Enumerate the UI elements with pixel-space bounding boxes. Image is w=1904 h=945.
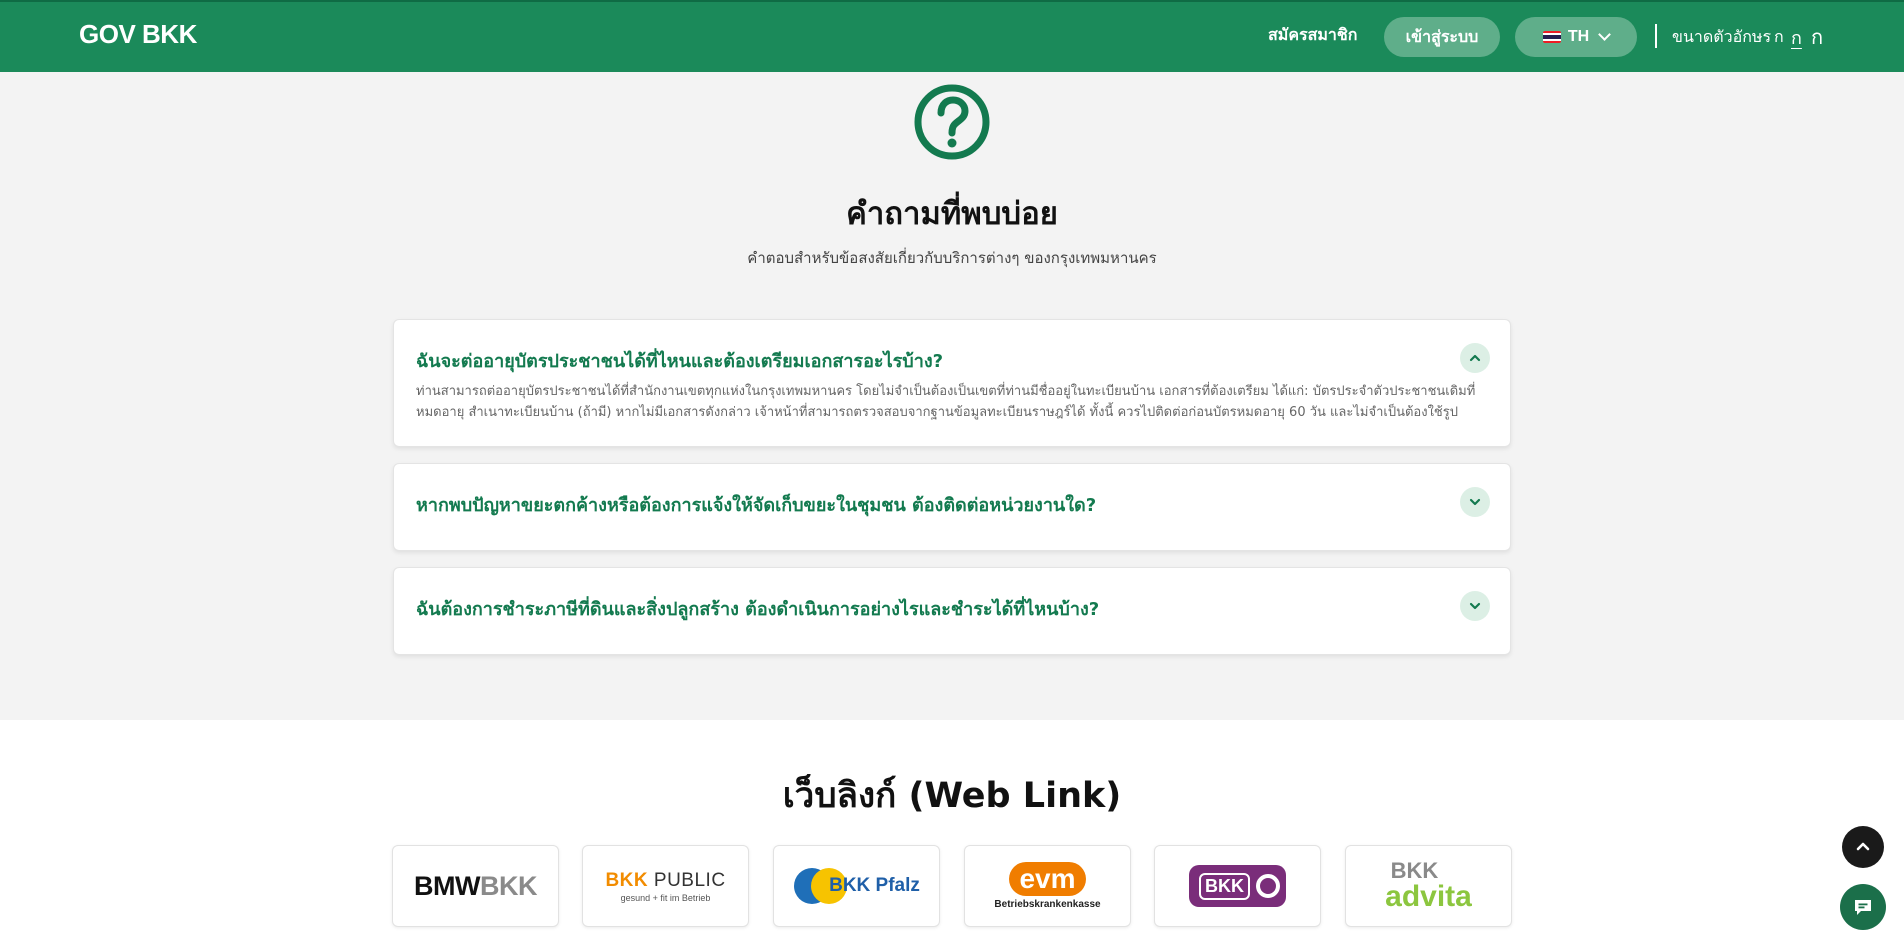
bkk-advita-logo-top: BKK	[1390, 858, 1439, 883]
bkk-public-logo: BKK PUBLIC	[605, 869, 726, 891]
faq-expand-toggle[interactable]	[1460, 487, 1490, 517]
font-size-medium[interactable]: ก	[1791, 23, 1802, 52]
register-link[interactable]: สมัครสมาชิก	[1268, 23, 1357, 48]
chevron-down-icon	[1598, 28, 1612, 41]
faq-collapse-toggle[interactable]	[1460, 343, 1490, 373]
faq-item[interactable]: ฉันต้องการชำระภาษีที่ดินและสิ่งปลูกสร้าง…	[393, 567, 1511, 655]
weblink-bkk-pfalz[interactable]: BKK Pfalz	[773, 845, 940, 927]
faq-title: คำถามที่พบบ่อย	[846, 196, 1058, 232]
faq-question[interactable]: ฉันจะต่ออายุบัตรประชาชนได้ที่ไหนและต้องเ…	[416, 346, 943, 375]
faq-item[interactable]: หากพบปัญหาขยะตกค้างหรือต้องการแจ้งให้จัด…	[393, 463, 1511, 551]
weblink-bkk-public[interactable]: BKK PUBLIC gesund + fit im Betrieb	[582, 845, 749, 927]
faq-question[interactable]: ฉันต้องการชำระภาษีที่ดินและสิ่งปลูกสร้าง…	[416, 594, 1099, 623]
bkk-pfalz-logo: BKK Pfalz	[793, 866, 920, 906]
faq-item[interactable]: ฉันจะต่ออายุบัตรประชาชนได้ที่ไหนและต้องเ…	[393, 319, 1511, 447]
weblink-bkk-advita[interactable]: BKK advita	[1345, 845, 1512, 927]
back-to-top-button[interactable]	[1842, 826, 1884, 868]
font-size-small[interactable]: ก	[1774, 25, 1784, 50]
font-size-label: ขนาดตัวอักษร	[1672, 27, 1772, 46]
weblink-bkk[interactable]: BKK	[1154, 845, 1321, 927]
chevron-down-icon	[1469, 498, 1481, 506]
chat-button[interactable]	[1840, 884, 1886, 930]
chevron-down-icon	[1469, 602, 1481, 610]
question-circle-icon	[914, 84, 990, 160]
evm-logo: evm	[1009, 862, 1086, 896]
faq-answer: ท่านสามารถต่ออายุบัตรประชาชนได้ที่สำนักง…	[416, 384, 1476, 420]
chevron-up-icon	[1469, 354, 1481, 362]
evm-tagline: Betriebskrankenkasse	[994, 899, 1101, 910]
thai-flag-icon	[1542, 31, 1561, 43]
weblink-title: เว็บลิงก์ (Web Link)	[782, 776, 1122, 816]
top-navbar: GOV BKK สมัครสมาชิก เข้าสู่ระบบ TH ขนาดต…	[0, 0, 1904, 72]
font-size-large[interactable]: ก	[1811, 21, 1823, 53]
faq-subtitle: คำตอบสำหรับข้อสงสัยเกี่ยวกับบริการต่างๆ …	[747, 249, 1157, 267]
faq-expand-toggle[interactable]	[1460, 591, 1490, 621]
chevron-up-icon	[1856, 842, 1870, 851]
chat-bubble-icon	[1855, 900, 1871, 915]
bkk-advita-logo-bottom: advita	[1385, 880, 1472, 913]
weblink-evm-bkk[interactable]: evm Betriebskrankenkasse	[964, 845, 1131, 927]
bmw-bkk-logo: BMWBKK	[414, 870, 537, 901]
faq-question[interactable]: หากพบปัญหาขยะตกค้างหรือต้องการแจ้งให้จัด…	[416, 490, 1096, 519]
login-button[interactable]: เข้าสู่ระบบ	[1384, 17, 1500, 57]
bkk-key-logo: BKK	[1189, 865, 1286, 907]
key-ring-icon	[1256, 874, 1280, 898]
brand-logo[interactable]: GOV BKK	[79, 19, 197, 50]
language-select[interactable]: TH	[1515, 17, 1637, 57]
language-code: TH	[1567, 28, 1590, 45]
weblink-bmw-bkk[interactable]: BMWBKK	[392, 845, 559, 927]
divider	[1655, 24, 1657, 48]
bkk-public-tagline: gesund + fit im Betrieb	[620, 892, 711, 903]
